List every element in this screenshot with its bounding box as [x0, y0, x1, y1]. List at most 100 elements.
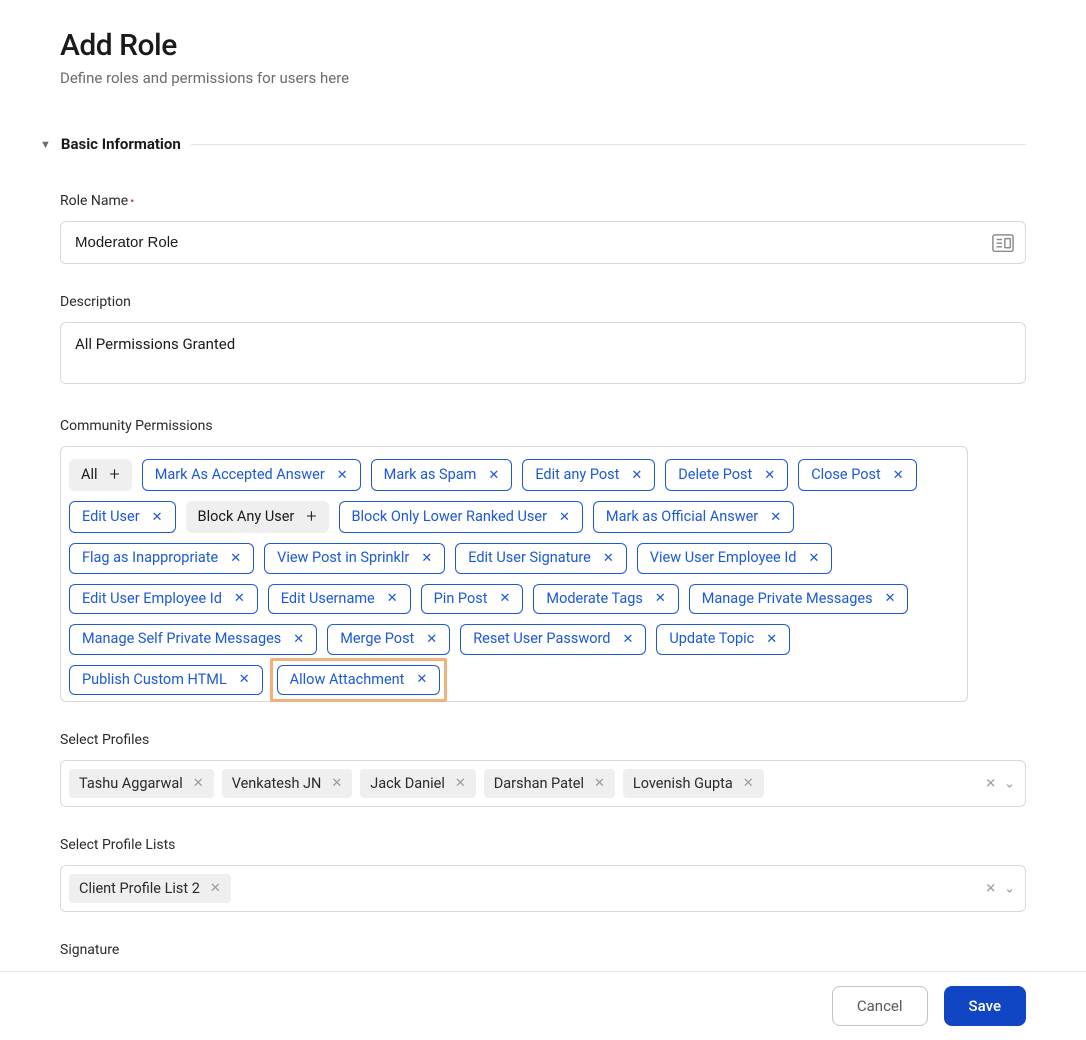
- close-icon[interactable]: ✕: [230, 552, 241, 565]
- permission-chip[interactable]: Edit any Post✕: [522, 459, 655, 491]
- permission-chip[interactable]: Block Only Lower Ranked User✕: [339, 501, 583, 533]
- chip-label: Update Topic: [669, 632, 754, 647]
- permission-chip[interactable]: Edit Username✕: [268, 584, 411, 615]
- save-button[interactable]: Save: [944, 986, 1026, 1026]
- close-icon[interactable]: ✕: [559, 511, 570, 524]
- close-icon[interactable]: ✕: [488, 469, 499, 482]
- permission-chip[interactable]: Manage Private Messages ✕: [689, 584, 909, 615]
- profile-tag[interactable]: Jack Daniel✕: [360, 769, 475, 798]
- select-profile-lists-label: Select Profile Lists: [60, 837, 1026, 853]
- permission-chip[interactable]: Pin Post✕: [421, 584, 524, 615]
- close-icon[interactable]: ✕: [594, 776, 605, 791]
- close-icon[interactable]: ✕: [239, 673, 250, 686]
- plus-icon[interactable]: +: [306, 508, 316, 526]
- role-name-input[interactable]: [60, 221, 1026, 264]
- clear-icon[interactable]: ✕: [985, 776, 996, 791]
- chip-label: Mark as Official Answer: [606, 510, 758, 525]
- permission-chip[interactable]: Edit User Employee Id✕: [69, 584, 258, 615]
- close-icon[interactable]: ✕: [603, 552, 614, 565]
- section-title: Basic Information: [61, 135, 181, 153]
- highlighted-chip: Allow Attachment✕: [270, 658, 448, 703]
- close-icon[interactable]: ✕: [500, 592, 511, 605]
- permission-chip[interactable]: Allow Attachment✕: [277, 665, 441, 696]
- section-basic-information[interactable]: ▼ Basic Information: [40, 135, 1026, 153]
- close-icon[interactable]: ✕: [387, 592, 398, 605]
- close-icon[interactable]: ✕: [234, 592, 245, 605]
- permission-chip[interactable]: Edit User✕: [69, 501, 176, 533]
- tag-label: Venkatesh JN: [232, 775, 322, 792]
- permission-chip[interactable]: Publish Custom HTML ✕: [69, 665, 263, 696]
- permission-chip[interactable]: Delete Post ✕: [665, 459, 788, 491]
- permission-chip[interactable]: Block Any User+: [186, 501, 329, 533]
- close-icon[interactable]: ✕: [622, 633, 633, 646]
- profile-tag[interactable]: Tashu Aggarwal✕: [69, 769, 214, 798]
- permission-chip[interactable]: Merge Post ✕: [327, 624, 450, 655]
- role-name-label: Role Name•: [60, 193, 1026, 209]
- close-icon[interactable]: ✕: [193, 776, 204, 791]
- permission-chip[interactable]: Manage Self Private Messages ✕: [69, 624, 317, 655]
- chip-label: Manage Private Messages: [702, 592, 873, 607]
- close-icon[interactable]: ✕: [743, 776, 754, 791]
- chevron-down-icon: ▼: [40, 138, 51, 151]
- chip-label: Reset User Password: [473, 632, 610, 647]
- description-label: Description: [60, 294, 1026, 310]
- close-icon[interactable]: ✕: [808, 552, 819, 565]
- permission-chip[interactable]: Reset User Password ✕: [460, 624, 646, 655]
- select-profiles-input[interactable]: Tashu Aggarwal✕Venkatesh JN✕Jack Daniel✕…: [60, 760, 1026, 807]
- permission-chip[interactable]: Moderate Tags ✕: [533, 584, 678, 615]
- close-icon[interactable]: ✕: [421, 552, 432, 565]
- permission-chip[interactable]: Edit User Signature✕: [455, 543, 627, 574]
- profile-tag[interactable]: Lovenish Gupta ✕: [623, 769, 764, 798]
- close-icon[interactable]: ✕: [655, 592, 666, 605]
- permission-chip[interactable]: Mark as Official Answer ✕: [593, 501, 794, 533]
- chip-label: Merge Post: [340, 632, 414, 647]
- page-subtitle: Define roles and permissions for users h…: [60, 69, 1026, 87]
- select-profiles-label: Select Profiles: [60, 732, 1026, 748]
- profile-tag[interactable]: Darshan Patel ✕: [484, 769, 615, 798]
- close-icon[interactable]: ✕: [426, 633, 437, 646]
- card-icon[interactable]: [992, 234, 1014, 252]
- permission-chip[interactable]: View Post in Sprinklr✕: [264, 543, 445, 574]
- close-icon[interactable]: ✕: [293, 633, 304, 646]
- clear-icon[interactable]: ✕: [985, 881, 996, 896]
- close-icon[interactable]: ✕: [337, 469, 348, 482]
- chip-label: Delete Post: [678, 468, 752, 483]
- close-icon[interactable]: ✕: [331, 776, 342, 791]
- permission-chip[interactable]: Flag as Inappropriate✕: [69, 543, 254, 574]
- close-icon[interactable]: ✕: [416, 673, 427, 686]
- close-icon[interactable]: ✕: [766, 633, 777, 646]
- chip-label: Manage Self Private Messages: [82, 632, 281, 647]
- community-permissions-box[interactable]: All+Mark As Accepted Answer✕Mark as Spam…: [60, 446, 968, 702]
- close-icon[interactable]: ✕: [631, 469, 642, 482]
- profile-tag[interactable]: Client Profile List 2✕: [69, 874, 231, 903]
- permission-chip[interactable]: View User Employee Id ✕: [637, 543, 833, 574]
- close-icon[interactable]: ✕: [893, 469, 904, 482]
- footer-bar: Cancel Save: [0, 971, 1086, 1040]
- close-icon[interactable]: ✕: [455, 776, 466, 791]
- chip-label: Publish Custom HTML: [82, 673, 227, 688]
- chip-label: Moderate Tags: [546, 592, 642, 607]
- role-name-label-text: Role Name: [60, 193, 128, 209]
- profile-tag[interactable]: Venkatesh JN ✕: [222, 769, 353, 798]
- chevron-down-icon[interactable]: ⌄: [1004, 776, 1015, 791]
- permission-chip[interactable]: Update Topic ✕: [656, 624, 790, 655]
- tag-label: Darshan Patel: [494, 775, 584, 792]
- plus-icon[interactable]: +: [110, 466, 120, 484]
- permission-chip[interactable]: Close Post✕: [798, 459, 916, 491]
- close-icon[interactable]: ✕: [764, 469, 775, 482]
- close-icon[interactable]: ✕: [885, 592, 896, 605]
- chip-label: View User Employee Id: [650, 551, 797, 566]
- tag-label: Lovenish Gupta: [633, 775, 733, 792]
- description-input[interactable]: [60, 322, 1026, 384]
- permission-chip[interactable]: All+: [69, 459, 132, 491]
- permission-chip[interactable]: Mark as Spam✕: [371, 459, 513, 491]
- select-profile-lists-input[interactable]: Client Profile List 2✕ ✕ ⌄: [60, 865, 1026, 912]
- close-icon[interactable]: ✕: [770, 511, 781, 524]
- cancel-button[interactable]: Cancel: [832, 986, 928, 1026]
- community-permissions-label: Community Permissions: [60, 418, 1026, 434]
- close-icon[interactable]: ✕: [152, 511, 163, 524]
- permission-chip[interactable]: Mark As Accepted Answer ✕: [142, 459, 361, 491]
- close-icon[interactable]: ✕: [210, 881, 221, 896]
- chevron-down-icon[interactable]: ⌄: [1004, 881, 1015, 896]
- chip-label: Mark As Accepted Answer: [155, 468, 325, 483]
